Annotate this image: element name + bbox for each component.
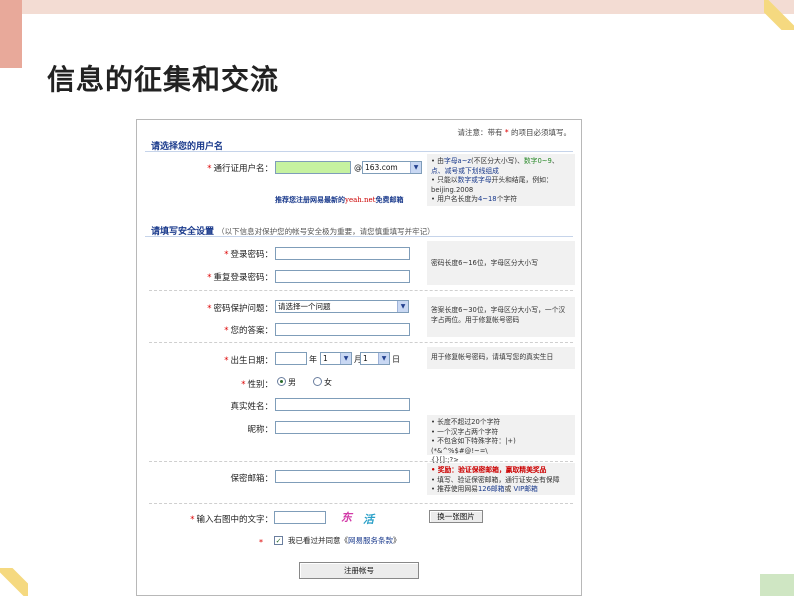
row-divider: [149, 461, 573, 462]
corner-decoration-bottom-right: [760, 574, 794, 596]
row-divider: [149, 503, 573, 504]
username-label: * 通行证用户名：: [207, 164, 273, 174]
agree-checkbox[interactable]: ✓: [274, 536, 283, 545]
at-sign: @: [354, 163, 362, 172]
password-repeat-label: * 重复登录密码：: [207, 273, 273, 283]
gender-male-radio[interactable]: [277, 377, 286, 386]
corner-decoration-top-left: [0, 0, 22, 68]
gender-female-label: 女: [324, 378, 332, 387]
corner-decoration-top-right: [764, 0, 794, 30]
slide-top-band: [0, 0, 794, 14]
gender-label: * 性别：: [241, 380, 273, 390]
registration-form: 请注意：带有 * 的项目必须填写。 请选择您的用户名 * 通行证用户名： @ 16…: [136, 119, 582, 596]
agree-text: 我已看过并同意《网易服务条款》: [288, 536, 401, 545]
day-value: 1: [363, 354, 368, 363]
password-label: * 登录密码：: [224, 250, 273, 260]
agree-star: *: [259, 538, 263, 547]
password-input[interactable]: [275, 247, 410, 260]
birth-year-input[interactable]: [275, 352, 307, 365]
slide-title: 信息的征集和交流: [47, 63, 280, 96]
row-divider: [149, 342, 573, 343]
realname-label: 真实姓名：: [230, 402, 273, 412]
required-note-post: 的项目必须填写。: [511, 128, 571, 137]
question-select[interactable]: 请选择一个问题 ▼: [275, 300, 409, 313]
birthday-hint: 用于修复帐号密码，请填写您的真实生日: [427, 347, 575, 369]
password-repeat-input[interactable]: [275, 270, 410, 283]
month-value: 1: [323, 354, 328, 363]
chevron-down-icon: ▼: [340, 353, 351, 364]
captcha-input[interactable]: [274, 511, 326, 524]
password-hint: 密码长度6~16位，字母区分大小写: [427, 241, 575, 285]
chevron-down-icon: ▼: [378, 353, 389, 364]
answer-input[interactable]: [275, 323, 410, 336]
change-captcha-button[interactable]: 换一张图片: [429, 510, 483, 523]
nickname-input[interactable]: [275, 421, 410, 434]
chevron-down-icon: ▼: [397, 301, 408, 312]
nickname-hint: • 长度不超过20个字符 • 一个汉字占两个字符 • 不包含如下特殊字符：|+)…: [427, 415, 575, 464]
terms-link[interactable]: 网易服务条款: [348, 536, 393, 545]
birth-day-select[interactable]: 1 ▼: [360, 352, 390, 365]
username-hint: • 由字母a~z(不区分大小写)、数字0~9、 点、减号或下划线组成 • 只能以…: [427, 154, 575, 206]
day-unit: 日: [392, 355, 400, 364]
corner-decoration-bottom-left: [0, 568, 28, 596]
secure-mail-hint: • 奖励：验证保密邮箱，赢取精美奖品 • 填写、验证保密邮箱，通行证安全有保障 …: [427, 463, 575, 495]
required-note: 请注意：带有 * 的项目必须填写。: [457, 127, 571, 138]
gender-female-radio[interactable]: [313, 377, 322, 386]
required-note-pre: 请注意：带有: [457, 128, 503, 137]
row-divider: [149, 290, 573, 291]
gender-male-label: 男: [288, 378, 296, 387]
realname-input[interactable]: [275, 398, 410, 411]
birth-month-select[interactable]: 1 ▼: [320, 352, 352, 365]
nickname-label: 昵称：: [247, 425, 273, 435]
answer-label: * 您的答案：: [224, 326, 273, 336]
chevron-down-icon: ▼: [410, 162, 421, 173]
captcha-image-char1: 东: [341, 511, 352, 524]
section-separator: [145, 236, 573, 237]
yeah-net-recommend-link[interactable]: 推荐您注册网易最新的yeah.net免费邮箱: [275, 195, 403, 205]
register-button[interactable]: 注册帐号: [299, 562, 419, 579]
question-value: 请选择一个问题: [278, 302, 331, 311]
year-unit: 年: [309, 355, 317, 364]
captcha-image-char2: 活: [363, 513, 374, 526]
question-hint: 答案长度6~30位，字母区分大小写，一个汉字占两位。用于修复帐号密码: [427, 297, 575, 337]
section-separator: [145, 151, 573, 152]
domain-select[interactable]: 163.com ▼: [362, 161, 422, 174]
birthday-label: * 出生日期：: [224, 356, 273, 366]
required-star: *: [504, 128, 509, 137]
domain-value: 163.com: [365, 163, 398, 172]
secure-mail-input[interactable]: [275, 470, 410, 483]
question-label: * 密码保护问题：: [207, 304, 273, 314]
username-input[interactable]: [275, 161, 351, 174]
secure-mail-label: 保密邮箱：: [230, 474, 273, 484]
captcha-label: * 输入右图中的文字：: [190, 515, 273, 525]
